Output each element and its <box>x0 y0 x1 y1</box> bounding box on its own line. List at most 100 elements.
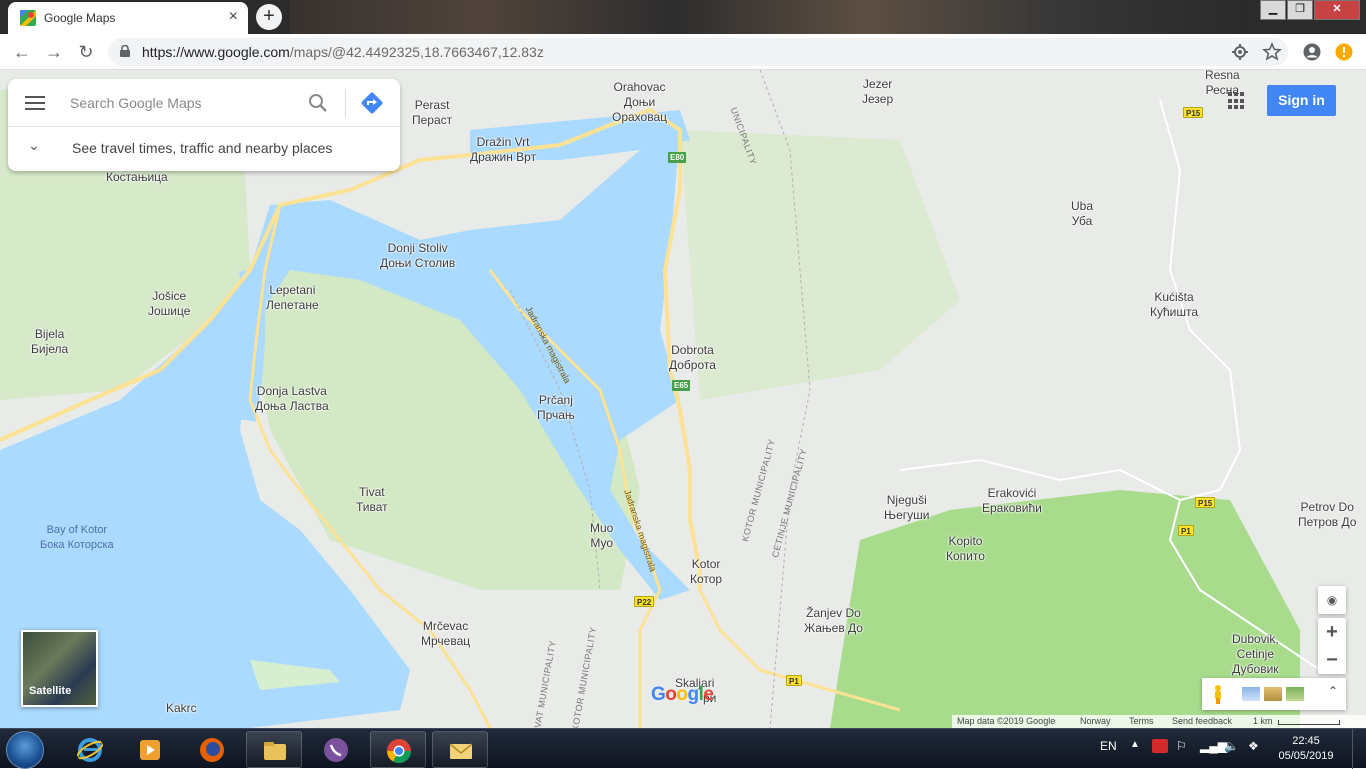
my-location-button[interactable]: ◉ <box>1318 586 1346 614</box>
search-input[interactable] <box>70 91 300 115</box>
menu-icon[interactable] <box>24 92 46 114</box>
place-orahovac[interactable]: Orahovac Доњи Ораховац <box>612 80 667 125</box>
place-josice[interactable]: Jošice Јошице <box>148 289 190 319</box>
place-label: Bay of Kotor <box>46 524 108 536</box>
taskbar-chrome[interactable] <box>370 731 426 768</box>
place-donji-stoliv[interactable]: Donji Stoliv Доњи Столив <box>380 241 455 271</box>
star-icon[interactable] <box>1262 42 1282 62</box>
reload-button[interactable]: ↻ <box>74 40 98 64</box>
terms-link[interactable]: Terms <box>1129 716 1154 726</box>
place-dubovik[interactable]: Dubovik, Cetinje Дубовик <box>1232 632 1279 677</box>
imagery-thumb-1[interactable] <box>1242 687 1260 701</box>
minimize-button[interactable]: ▁ <box>1260 0 1286 20</box>
place-label: Uba <box>1071 199 1094 213</box>
restore-button[interactable]: ❐ <box>1287 0 1313 20</box>
google-apps-icon[interactable] <box>1228 92 1246 110</box>
new-tab-button[interactable]: + <box>256 4 282 30</box>
url-path: /maps/@42.4492325,18.7663467,12.83z <box>289 44 544 60</box>
place-bijela[interactable]: Bijela Бијела <box>31 327 68 357</box>
sign-in-button[interactable]: Sign in <box>1267 85 1336 116</box>
place-bay-of-kotor[interactable]: Bay of Kotor Бока Которска <box>40 523 114 553</box>
taskbar-internet-explorer[interactable] <box>62 731 118 768</box>
send-feedback-link[interactable]: Send feedback <box>1172 716 1232 726</box>
place-label: Mrčevac <box>422 619 469 633</box>
place-muo[interactable]: Muo Муо <box>590 521 613 551</box>
satellite-toggle-button[interactable]: Satellite <box>21 630 98 707</box>
taskbar-media-player[interactable] <box>122 731 178 768</box>
place-label: Resna <box>1205 70 1240 82</box>
place-label: Језер <box>862 92 894 106</box>
language-indicator[interactable]: EN <box>1100 739 1117 753</box>
place-kakrc[interactable]: Kakrc <box>166 701 197 716</box>
alert-icon[interactable] <box>1334 42 1354 62</box>
show-desktop-button[interactable] <box>1352 729 1366 769</box>
account-icon[interactable] <box>1302 42 1322 62</box>
search-separator <box>8 126 400 127</box>
place-perast[interactable]: Perast Пераст <box>412 98 452 128</box>
travel-times-prompt[interactable]: See travel times, traffic and nearby pla… <box>72 140 332 156</box>
place-jezer[interactable]: Jezer Језер <box>862 77 893 107</box>
place-label: Lepetani <box>269 283 316 297</box>
chevron-down-icon[interactable]: ⌄ <box>28 137 40 154</box>
back-button[interactable]: ← <box>10 40 34 64</box>
tray-expand-icon[interactable]: ▲ <box>1130 739 1140 750</box>
place-donja-lastva[interactable]: Donja Lastva Доња Ластва <box>255 384 329 414</box>
tab-close-icon[interactable]: × <box>229 8 238 26</box>
place-label: Kućišta <box>1154 290 1194 304</box>
forward-button[interactable]: → <box>42 40 66 64</box>
zoom-in-button[interactable]: + <box>1318 618 1346 646</box>
scale-label[interactable]: 1 km <box>1253 716 1273 726</box>
place-label: Бока Которска <box>40 539 114 551</box>
place-lepetani[interactable]: Lepetani Лепетане <box>266 283 319 313</box>
place-petrov-do[interactable]: Petrov Do Петров До <box>1298 500 1356 530</box>
country-link[interactable]: Norway <box>1080 716 1111 726</box>
clock-date: 05/05/2019 <box>1278 750 1334 762</box>
close-window-button[interactable]: ✕ <box>1314 0 1360 20</box>
start-button[interactable] <box>6 731 44 769</box>
taskbar-firefox[interactable] <box>184 731 240 768</box>
folder-icon <box>264 742 286 760</box>
security-flag-icon[interactable]: ⚐ <box>1176 739 1187 753</box>
place-erakovici[interactable]: Erakovići Ераковићи <box>982 486 1042 516</box>
place-mrcevac[interactable]: Mrčevac Мрчевац <box>421 619 470 649</box>
zoom-control: + − <box>1318 618 1346 674</box>
google-maps-favicon-icon <box>20 10 36 26</box>
place-dobrota[interactable]: Dobrota Доброта <box>669 343 716 373</box>
search-icon[interactable] <box>306 91 330 115</box>
zoom-out-button[interactable]: − <box>1318 646 1346 674</box>
place-prcanj[interactable]: Prčanj Прчањ <box>537 393 575 423</box>
place-label: Kopito <box>948 534 983 548</box>
taskbar-viber[interactable] <box>308 731 364 768</box>
place-njegusi[interactable]: Njeguši Његуши <box>884 493 930 523</box>
place-label: Тиват <box>356 500 388 514</box>
pegman-icon[interactable] <box>1212 684 1224 704</box>
place-label: Пераст <box>412 113 453 127</box>
volume-icon[interactable]: 🔈 <box>1224 739 1239 753</box>
taskbar-file-explorer[interactable] <box>246 731 302 768</box>
imagery-thumb-2[interactable] <box>1264 687 1282 701</box>
place-zanjev-do[interactable]: Žanjev Do Жањев До <box>804 606 863 636</box>
place-kotor[interactable]: Kotor Котор <box>690 557 722 587</box>
place-kostanjica[interactable]: Костањица <box>106 170 168 185</box>
place-kopito[interactable]: Kopito Копито <box>946 534 985 564</box>
signal-icon[interactable]: ▂▄▆ <box>1200 739 1227 753</box>
place-uba[interactable]: Uba Уба <box>1071 199 1093 229</box>
expand-up-icon[interactable]: ⌃ <box>1328 684 1338 698</box>
antivirus-icon[interactable] <box>1152 739 1168 753</box>
system-clock[interactable]: 22:45 05/05/2019 <box>1278 734 1334 764</box>
place-drazin-vrt[interactable]: Dražin Vrt Дражин Врт <box>470 135 536 165</box>
place-label: Бијела <box>31 342 69 356</box>
clock-time: 22:45 <box>1292 735 1320 747</box>
directions-icon[interactable] <box>360 91 384 115</box>
place-label: Dobrota <box>671 343 714 357</box>
url-omnibox[interactable]: https://www.google.com/maps/@42.4492325,… <box>108 38 1288 66</box>
dropbox-icon[interactable]: ❖ <box>1248 739 1259 753</box>
place-kucista[interactable]: Kućišta Кућишта <box>1150 290 1198 320</box>
taskbar-mail[interactable] <box>432 731 488 768</box>
location-icon[interactable] <box>1230 42 1250 62</box>
address-bar: ← → ↻ https://www.google.com/maps/@42.44… <box>0 34 1366 70</box>
imagery-thumb-3[interactable] <box>1286 687 1304 701</box>
map-canvas[interactable]: Orahovac Доњи Ораховац Perast Пераст Dražin… <box>0 70 1366 728</box>
browser-tab[interactable]: Google Maps × <box>8 2 248 34</box>
place-tivat[interactable]: Tivat Тиват <box>356 485 388 515</box>
